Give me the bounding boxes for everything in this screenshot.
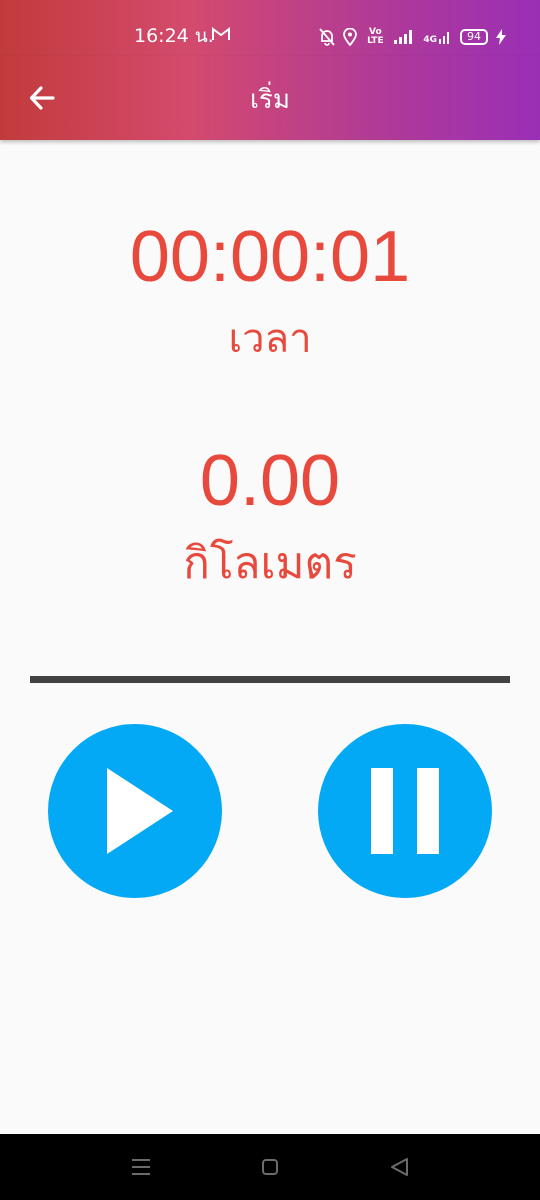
play-icon xyxy=(107,768,173,854)
recent-apps-button[interactable] xyxy=(128,1154,154,1180)
distance-value: 0.00 xyxy=(199,441,341,521)
status-bar: 16:24 น. Vo LTE 4G 94 xyxy=(0,0,540,56)
pause-icon xyxy=(371,768,439,854)
charging-icon xyxy=(496,29,506,45)
location-icon xyxy=(343,28,358,46)
volte-icon: Vo LTE xyxy=(367,27,384,46)
status-time: 16:24 น. xyxy=(134,25,214,47)
divider xyxy=(30,676,510,683)
battery-level: 94 xyxy=(467,30,481,43)
back-triangle-icon xyxy=(391,1158,408,1176)
arrow-back-icon xyxy=(29,86,55,110)
system-nav-bar xyxy=(0,1134,540,1200)
gmail-icon xyxy=(212,26,230,46)
bell-off-icon xyxy=(319,28,336,46)
home-button[interactable] xyxy=(257,1154,283,1180)
page-title: เริ่ม xyxy=(250,85,290,115)
back-button[interactable] xyxy=(22,78,62,118)
battery-icon: 94 xyxy=(460,29,488,45)
app-bar: เริ่ม xyxy=(0,56,540,140)
signal-icon xyxy=(393,29,415,45)
status-icons: Vo LTE 4G 94 xyxy=(319,26,506,48)
menu-icon xyxy=(132,1159,150,1175)
system-back-button[interactable] xyxy=(386,1154,412,1180)
home-square-icon xyxy=(262,1159,278,1175)
timer-value: 00:00:01 xyxy=(129,217,411,297)
distance-label: กิโลเมตร xyxy=(183,539,357,588)
network-4g-icon: 4G xyxy=(423,29,452,45)
timer-label: เวลา xyxy=(228,317,312,361)
network-label: 4G xyxy=(423,35,437,45)
pause-button[interactable] xyxy=(318,724,492,898)
play-button[interactable] xyxy=(48,724,222,898)
